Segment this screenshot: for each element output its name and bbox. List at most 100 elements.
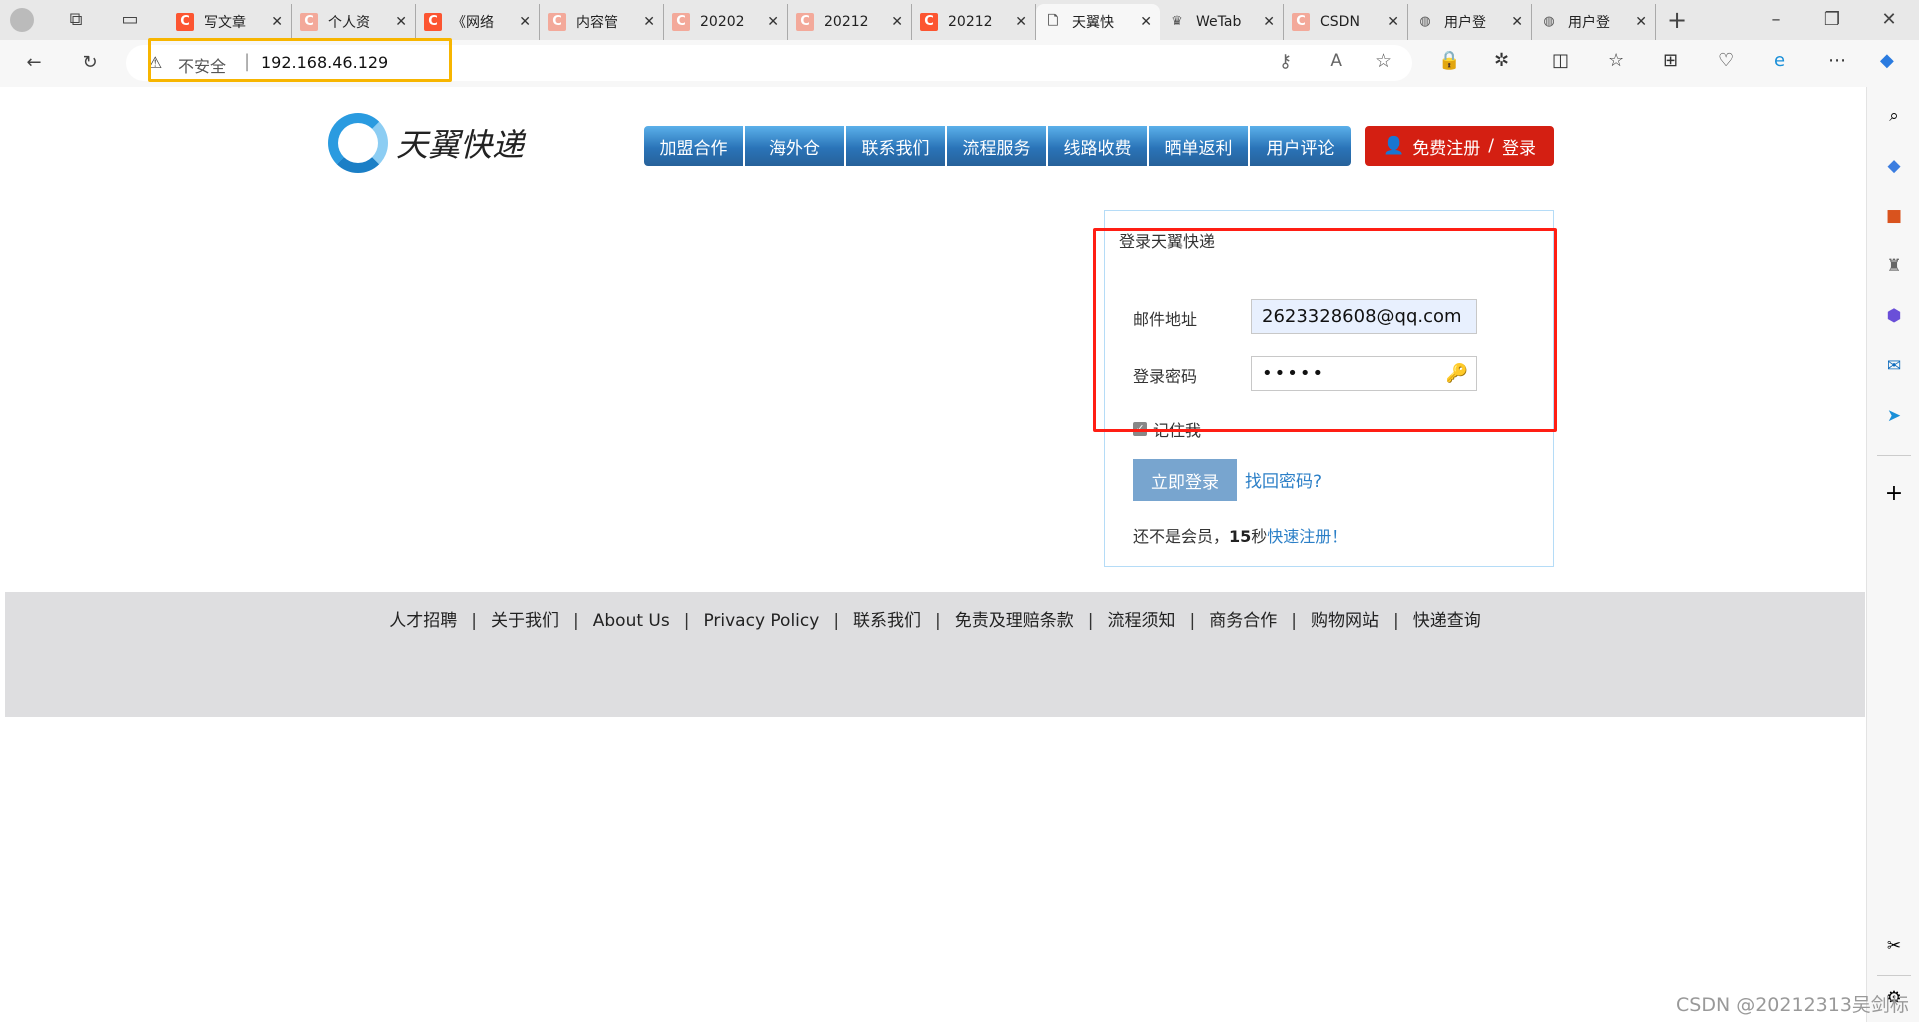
browser-tab[interactable]: ◍ 用户登 ✕ bbox=[1408, 4, 1532, 40]
browser-tab[interactable]: C 内容管 ✕ bbox=[540, 4, 664, 40]
nav-item[interactable]: 流程服务 bbox=[947, 126, 1048, 166]
close-tab-icon[interactable]: ✕ bbox=[271, 14, 283, 30]
site-logo[interactable]: 天翼快递 bbox=[328, 113, 524, 173]
browser-tab[interactable]: C 个人资 ✕ bbox=[292, 4, 416, 40]
footer-link[interactable]: About Us bbox=[593, 611, 670, 631]
games-icon[interactable]: ♜ bbox=[1883, 255, 1905, 277]
nav-item[interactable]: 加盟合作 bbox=[644, 126, 745, 166]
back-icon[interactable]: ← bbox=[22, 51, 46, 75]
close-tab-icon[interactable]: ✕ bbox=[519, 14, 531, 30]
add-icon[interactable]: + bbox=[1883, 483, 1905, 505]
footer-link[interactable]: 购物网站 bbox=[1311, 611, 1379, 631]
register-link[interactable]: 免费注册 bbox=[1412, 134, 1480, 159]
footer-link[interactable]: 免责及理赔条款 bbox=[955, 611, 1074, 631]
quick-register-link[interactable]: 快速注册！ bbox=[1267, 527, 1347, 546]
join-seconds: 15 bbox=[1229, 527, 1252, 546]
browser-tab[interactable]: C 《网络 ✕ bbox=[416, 4, 540, 40]
footer-link[interactable]: 流程须知 bbox=[1108, 611, 1176, 631]
browser-tab[interactable]: ♛ WeTab ✕ bbox=[1160, 4, 1284, 40]
footer-link[interactable]: Privacy Policy bbox=[703, 611, 819, 631]
csdn-icon: C bbox=[672, 13, 690, 31]
close-tab-icon[interactable]: ✕ bbox=[1015, 14, 1027, 30]
profile-avatar[interactable] bbox=[10, 8, 34, 32]
login-button[interactable]: 立即登录 bbox=[1133, 459, 1237, 501]
new-tab-button[interactable]: + bbox=[1665, 8, 1689, 32]
outlook-icon[interactable]: ✉ bbox=[1883, 355, 1905, 377]
browser-tab[interactable]: C CSDN ✕ bbox=[1284, 4, 1408, 40]
minimize-button[interactable]: – bbox=[1764, 8, 1788, 32]
nav-item[interactable]: 用户评论 bbox=[1250, 126, 1351, 166]
favorites-icon[interactable]: ☆ bbox=[1608, 50, 1624, 71]
join-unit: 秒 bbox=[1251, 527, 1268, 546]
url-highlight-box bbox=[148, 38, 452, 82]
refresh-icon[interactable]: ↻ bbox=[78, 51, 102, 75]
csdn-icon: C bbox=[176, 13, 194, 31]
close-tab-icon[interactable]: ✕ bbox=[891, 14, 903, 30]
footer-link[interactable]: 联系我们 bbox=[853, 611, 921, 631]
footer-link[interactable]: 快递查询 bbox=[1413, 611, 1481, 631]
watermark: CSDN @20212313吴剑标 bbox=[1676, 994, 1909, 1016]
footer-links: 人才招聘 | 关于我们 | About Us | Privacy Policy | 联系我们 | 免… bbox=[5, 606, 1865, 631]
tab-title: 天翼快 bbox=[1072, 15, 1114, 31]
close-tab-icon[interactable]: ✕ bbox=[1635, 14, 1647, 30]
browser-tab[interactable]: C 20212 ✕ bbox=[912, 4, 1036, 40]
tab-strip: ⧉ ▭ C 写文章 ✕ C 个人资 ✕ C 《网络 ✕ C 内容管 ✕ C 20202 ✕ C 20212 ✕ C 2… bbox=[0, 0, 1919, 40]
separator: / bbox=[1488, 136, 1494, 156]
separator: | bbox=[573, 611, 579, 631]
logo-swirl-icon bbox=[328, 113, 388, 173]
tab-title: 个人资 bbox=[328, 15, 370, 31]
close-window-button[interactable]: ✕ bbox=[1877, 8, 1901, 32]
close-tab-icon[interactable]: ✕ bbox=[1263, 14, 1275, 30]
register-prompt: 还不是会员，15秒快速注册！ bbox=[1133, 523, 1347, 547]
office-icon[interactable]: ⬢ bbox=[1883, 305, 1905, 327]
restore-button[interactable]: ❐ bbox=[1820, 8, 1844, 32]
browser-essentials-icon[interactable]: ♡ bbox=[1718, 50, 1734, 71]
browser-tab[interactable]: 🗋 天翼快 ✕ bbox=[1036, 4, 1160, 40]
collections-add-icon[interactable]: ⊞ bbox=[1663, 50, 1678, 71]
footer-link[interactable]: 关于我们 bbox=[491, 611, 559, 631]
browser-tab[interactable]: ◍ 用户登 ✕ bbox=[1532, 4, 1656, 40]
close-tab-icon[interactable]: ✕ bbox=[643, 14, 655, 30]
nav-item[interactable]: 晒单返利 bbox=[1149, 126, 1250, 166]
nav-item[interactable]: 海外仓 bbox=[745, 126, 846, 166]
browser-tab[interactable]: C 20202 ✕ bbox=[664, 4, 788, 40]
browser-tab[interactable]: C 写文章 ✕ bbox=[168, 4, 292, 40]
footer-link[interactable]: 商务合作 bbox=[1209, 611, 1277, 631]
favorite-star-icon[interactable]: ☆ bbox=[1375, 50, 1392, 72]
separator: | bbox=[935, 611, 941, 631]
send-icon[interactable]: ➤ bbox=[1883, 405, 1905, 427]
csdn-icon: C bbox=[548, 13, 566, 31]
login-link[interactable]: 登录 bbox=[1502, 134, 1536, 159]
forgot-password-link[interactable]: 找回密码? bbox=[1245, 467, 1322, 492]
browser-tab[interactable]: C 20212 ✕ bbox=[788, 4, 912, 40]
extensions-icon[interactable]: ✲ bbox=[1494, 50, 1509, 71]
read-aloud-icon[interactable]: A bbox=[1330, 51, 1342, 71]
register-login-button[interactable]: 👤 免费注册 / 登录 bbox=[1365, 126, 1554, 166]
split-screen-icon[interactable]: ◫ bbox=[1552, 50, 1569, 71]
footer-link[interactable]: 人才招聘 bbox=[389, 611, 457, 631]
vertical-tabs-icon[interactable]: ▭ bbox=[118, 8, 142, 32]
shopping-tag-icon[interactable]: ◆ bbox=[1883, 155, 1905, 177]
close-tab-icon[interactable]: ✕ bbox=[395, 14, 407, 30]
tools-icon[interactable]: ■ bbox=[1883, 205, 1905, 227]
close-tab-icon[interactable]: ✕ bbox=[1511, 14, 1523, 30]
csdn-icon: C bbox=[300, 13, 318, 31]
nav-item[interactable]: 联系我们 bbox=[846, 126, 947, 166]
divider bbox=[1877, 455, 1911, 456]
copilot-icon[interactable]: ◆ bbox=[1880, 50, 1894, 71]
close-tab-icon[interactable]: ✕ bbox=[1387, 14, 1399, 30]
screenshot-icon[interactable]: ✂ bbox=[1883, 935, 1905, 957]
close-tab-icon[interactable]: ✕ bbox=[767, 14, 779, 30]
collections-icon[interactable]: ⧉ bbox=[64, 8, 88, 32]
key-icon[interactable]: ⚷ bbox=[1279, 51, 1292, 72]
search-icon[interactable]: ⌕ bbox=[1883, 105, 1905, 127]
ie-mode-icon[interactable]: e bbox=[1774, 50, 1785, 71]
logo-text: 天翼快递 bbox=[396, 126, 525, 164]
tab-title: 20212 bbox=[824, 14, 869, 30]
nav-item[interactable]: 线路收费 bbox=[1048, 126, 1149, 166]
extension-lock-icon[interactable]: 🔒 bbox=[1438, 50, 1460, 71]
close-tab-icon[interactable]: ✕ bbox=[1140, 14, 1152, 30]
more-icon[interactable]: ⋯ bbox=[1828, 50, 1846, 71]
tab-title: 用户登 bbox=[1568, 15, 1610, 31]
csdn-icon: C bbox=[1292, 13, 1310, 31]
